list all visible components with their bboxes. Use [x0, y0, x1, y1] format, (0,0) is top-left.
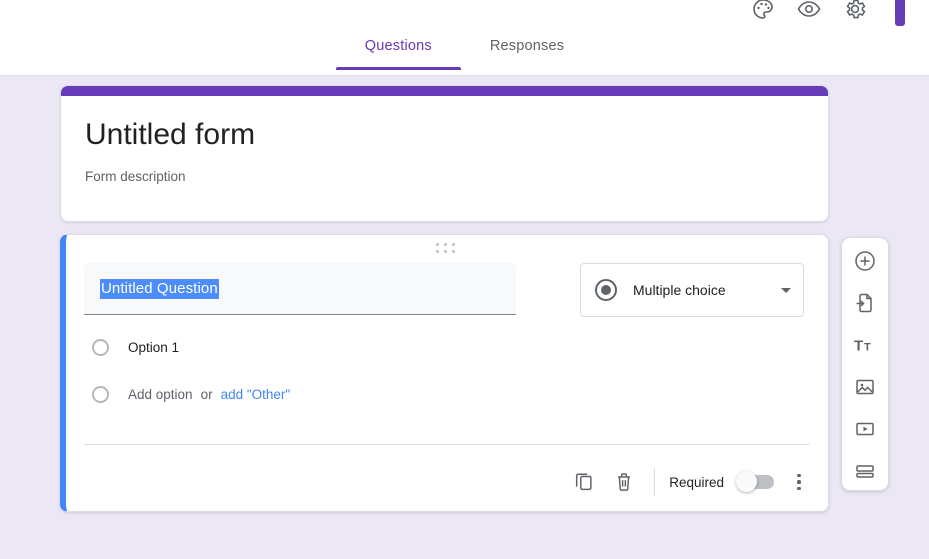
add-video-button[interactable] — [852, 416, 878, 442]
form-title[interactable]: Untitled form — [85, 118, 828, 152]
drag-dot — [436, 250, 439, 253]
topbar-icon-group — [751, 0, 905, 26]
kebab-dot — [797, 473, 801, 478]
add-title-description-button[interactable]: T T — [852, 332, 878, 358]
send-button[interactable] — [895, 0, 905, 26]
option-row[interactable]: Option 1 — [92, 339, 179, 356]
eye-icon[interactable] — [797, 0, 821, 21]
form-header-card[interactable]: Untitled form Form description — [60, 85, 829, 222]
drag-dot — [444, 250, 447, 253]
form-tabs: Questions Responses — [0, 38, 929, 70]
question-card[interactable]: Untitled Question Multiple choice Option… — [60, 234, 829, 512]
form-canvas: Untitled form Form description Untitled … — [0, 76, 929, 559]
drag-dot — [444, 243, 447, 246]
question-title-text: Untitled Question — [100, 278, 219, 299]
add-image-button[interactable] — [852, 374, 878, 400]
or-label: or — [200, 387, 213, 402]
question-top-row: Untitled Question Multiple choice — [84, 263, 810, 317]
drag-dot — [452, 243, 455, 246]
svg-text:T: T — [864, 342, 871, 354]
kebab-dot — [797, 480, 801, 484]
tab-questions[interactable]: Questions — [335, 38, 461, 70]
add-section-button[interactable] — [852, 458, 878, 484]
add-other-button[interactable]: add "Other" — [221, 387, 291, 402]
import-questions-button[interactable] — [852, 290, 878, 316]
required-toggle[interactable] — [736, 471, 774, 492]
more-options-icon[interactable] — [788, 471, 810, 493]
radio-icon — [92, 386, 109, 403]
add-option-row: Add option or add "Other" — [92, 386, 290, 403]
kebab-dot — [797, 486, 801, 491]
form-description[interactable]: Form description — [85, 169, 828, 184]
chevron-down-icon — [781, 287, 791, 293]
side-toolbar: T T — [841, 237, 889, 491]
form-theme-stripe — [61, 86, 828, 96]
drag-dot — [452, 250, 455, 253]
drag-dot — [436, 243, 439, 246]
question-actions: Required — [564, 460, 810, 504]
svg-text:T: T — [854, 338, 863, 355]
question-type-label: Multiple choice — [633, 282, 726, 298]
radio-icon — [92, 339, 109, 356]
gear-icon[interactable] — [843, 0, 867, 21]
toggle-knob — [736, 471, 757, 492]
question-type-select[interactable]: Multiple choice — [580, 263, 804, 317]
add-option-button[interactable]: Add option — [128, 387, 193, 402]
option-label[interactable]: Option 1 — [128, 340, 179, 355]
duplicate-question-button[interactable] — [564, 462, 604, 502]
required-label: Required — [669, 474, 724, 490]
actions-divider — [654, 468, 656, 496]
tab-responses[interactable]: Responses — [461, 38, 593, 70]
card-divider — [84, 444, 810, 445]
question-title-input[interactable]: Untitled Question — [84, 263, 516, 315]
palette-icon[interactable] — [751, 0, 775, 21]
radio-filled-icon — [595, 279, 617, 301]
add-question-button[interactable] — [852, 248, 878, 274]
drag-handle-icon[interactable] — [436, 243, 458, 253]
top-bar: Questions Responses — [0, 0, 929, 76]
delete-question-button[interactable] — [604, 462, 644, 502]
